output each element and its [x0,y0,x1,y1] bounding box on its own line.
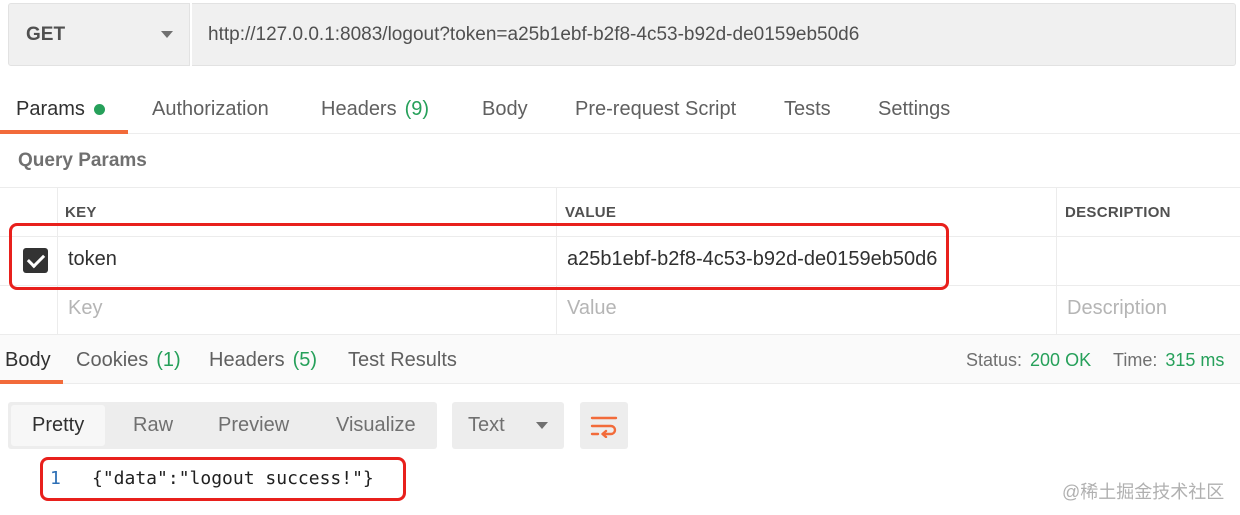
new-key-input[interactable]: Key [68,297,102,320]
view-visualize-button[interactable]: Visualize [336,402,416,449]
tab-authorization[interactable]: Authorization [152,84,269,134]
response-time: Time: 315 ms [1113,335,1224,385]
time-label: Time: [1113,349,1158,370]
tab-label: Settings [878,97,951,120]
column-divider [1056,188,1057,334]
tab-label: Body [5,348,51,371]
format-value: Text [468,414,505,436]
tab-pre-request-script[interactable]: Pre-request Script [575,84,736,134]
column-header-key: KEY [65,204,97,221]
tab-label: Params [16,97,85,120]
column-header-description: DESCRIPTION [1065,204,1171,221]
status-label: Status: [966,349,1023,370]
tab-params[interactable]: Params [16,84,105,134]
tab-cookies[interactable]: Cookies (1) [76,335,181,385]
tab-count: (5) [292,348,318,371]
watermark: @稀土掘金技术社区 [1062,482,1225,502]
response-status: Status: 200 OK [966,335,1091,385]
tab-headers[interactable]: Headers (9) [321,84,429,134]
tab-body[interactable]: Body [482,84,528,134]
tab-response-body[interactable]: Body [5,335,51,385]
new-description-input[interactable]: Description [1067,297,1167,320]
tab-label: Body [482,97,528,120]
tab-label: Authorization [152,97,269,120]
query-params-title: Query Params [18,150,147,171]
tab-label: Tests [784,97,831,120]
new-value-input[interactable]: Value [567,297,617,320]
response-tabs: Body Cookies (1) Headers (5) Test Result… [0,334,1240,384]
active-tab-underline [0,380,63,384]
time-value: 315 ms [1165,349,1225,370]
tab-response-headers[interactable]: Headers (5) [209,335,317,385]
column-header-value: VALUE [565,204,617,221]
tab-settings[interactable]: Settings [878,84,950,134]
chevron-down-icon [536,422,548,429]
format-select[interactable]: Text [452,402,564,449]
view-pretty-button[interactable]: Pretty [11,405,106,446]
tab-label: Headers [209,348,285,371]
wrap-lines-button[interactable] [580,402,628,449]
tab-label: Test Results [348,348,457,371]
tab-count: (9) [404,97,430,120]
tab-tests[interactable]: Tests [784,84,831,134]
method-label: GET [26,23,66,45]
request-tabs: Params Authorization Headers (9) Body Pr… [0,84,1240,134]
response-view-modes: Pretty Raw Preview Visualize [8,402,437,449]
wrap-lines-icon [590,416,618,438]
url-input[interactable]: http://127.0.0.1:8083/logout?token=a25b1… [192,3,1236,66]
method-select[interactable]: GET [8,3,190,66]
table-row-empty [0,286,1240,334]
view-raw-button[interactable]: Raw [133,402,173,449]
tab-label: Cookies [76,348,149,371]
chevron-down-icon [161,31,173,38]
tab-test-results[interactable]: Test Results [348,335,457,385]
tab-label: Pre-request Script [575,97,737,120]
tab-label: Headers [321,97,397,120]
highlight-box-param-row [9,223,949,290]
view-preview-button[interactable]: Preview [218,402,289,449]
status-value: 200 OK [1030,349,1092,370]
tab-count: (1) [156,348,181,371]
params-active-dot-icon [93,103,105,115]
highlight-box-response [40,457,406,501]
active-tab-underline [0,130,128,134]
